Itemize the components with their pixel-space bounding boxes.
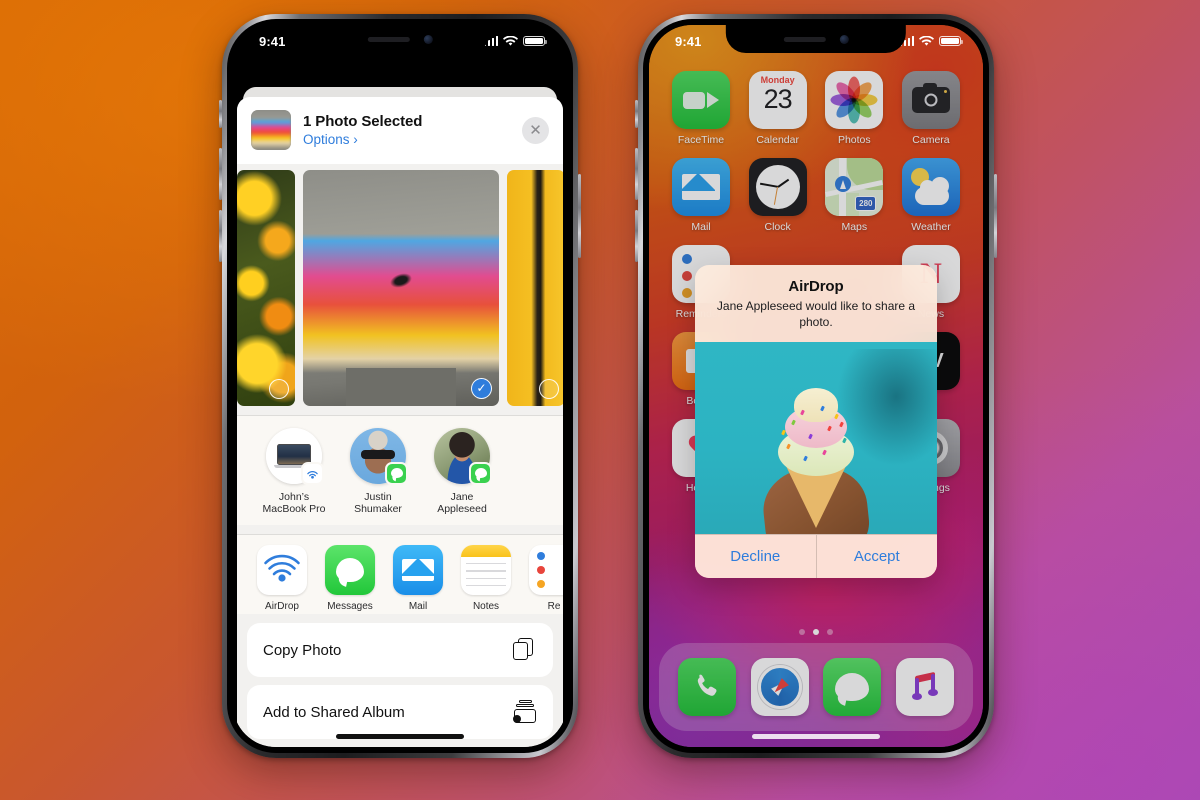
messages-badge-icon (469, 461, 492, 485)
action-label: Add to Shared Album (263, 703, 405, 721)
notes-icon (461, 545, 511, 596)
airdrop-alert-title: AirDrop (788, 278, 844, 295)
photo-thumbnail-flowers[interactable] (237, 170, 295, 406)
photo-thumbnail-graffiti[interactable]: ✓ (303, 170, 499, 406)
side-button[interactable] (578, 174, 581, 258)
close-icon[interactable]: ✕ (522, 116, 549, 144)
right-phone-device: 9:41 FaceTime Monday 23 Calendar Photos … (635, 14, 997, 758)
accept-button[interactable]: Accept (815, 534, 938, 578)
airdrop-alert-buttons: Decline Accept (695, 533, 938, 578)
avatar (350, 427, 408, 485)
airdrop-icon (257, 545, 307, 596)
battery-icon (523, 35, 547, 47)
share-app-notes[interactable]: Notes (461, 545, 511, 612)
right-phone-screen: 9:41 FaceTime Monday 23 Calendar Photos … (649, 25, 983, 747)
mute-switch[interactable] (635, 100, 638, 128)
wifi-icon (503, 35, 518, 46)
airdrop-alert-header: AirDrop Jane Appleseed would like to sha… (695, 265, 937, 342)
mail-icon (393, 545, 443, 596)
avatar (266, 427, 324, 485)
share-app-reminders[interactable]: Re (529, 545, 563, 612)
wifi-icon (919, 35, 934, 46)
avatar (434, 427, 492, 485)
share-target-label: Justin Shumaker (354, 490, 402, 515)
left-phone-screen: 9:41 1 Photo Selected Options › ✕ ✓ John… (233, 25, 567, 747)
messages-badge-icon (385, 461, 408, 485)
share-app-label: AirDrop (265, 601, 299, 613)
mute-switch[interactable] (219, 100, 222, 128)
share-app-label: Messages (327, 601, 373, 613)
share-options-link[interactable]: Options › (303, 132, 422, 147)
share-targets-row: John’s MacBook Pro Justin Shumaker Jane … (237, 415, 563, 526)
action-label: Copy Photo (263, 641, 342, 659)
share-app-messages[interactable]: Messages (325, 545, 375, 612)
messages-icon (325, 545, 375, 596)
share-target-justin[interactable]: Justin Shumaker (341, 427, 415, 516)
photo-select-circle[interactable] (539, 378, 559, 399)
home-indicator[interactable] (336, 734, 464, 739)
volume-down-button[interactable] (635, 210, 638, 262)
airdrop-alert-message: Jane Appleseed would like to share a pho… (716, 299, 916, 329)
share-target-macbook[interactable]: John’s MacBook Pro (257, 427, 331, 516)
share-app-label: Mail (408, 601, 428, 613)
photo-thumbnail-yellow-door[interactable] (507, 170, 563, 406)
side-button[interactable] (994, 174, 997, 258)
left-phone-device: 9:41 1 Photo Selected Options › ✕ ✓ John… (219, 14, 581, 758)
airdrop-badge-icon (301, 461, 324, 485)
share-app-airdrop[interactable]: AirDrop (257, 545, 307, 612)
share-app-mail[interactable]: Mail (393, 545, 443, 612)
volume-up-button[interactable] (219, 148, 222, 200)
share-sheet: 1 Photo Selected Options › ✕ ✓ John’s Ma… (237, 97, 563, 747)
home-indicator[interactable] (752, 734, 880, 739)
notch (309, 25, 491, 53)
left-phone-bezel: 9:41 1 Photo Selected Options › ✕ ✓ John… (227, 19, 573, 753)
share-sheet-header: 1 Photo Selected Options › ✕ (237, 97, 563, 164)
share-apps-row: AirDrop Messages Mail Notes Re (237, 535, 563, 614)
airdrop-alert: AirDrop Jane Appleseed would like to sha… (695, 265, 937, 578)
status-time: 9:41 (259, 33, 286, 49)
photo-strip[interactable]: ✓ (237, 164, 563, 406)
photo-selected-check-icon[interactable]: ✓ (471, 377, 492, 399)
earpiece-speaker (783, 36, 826, 42)
front-camera-icon (423, 34, 433, 44)
share-actions-list: Copy Photo Add to Shared Album (237, 614, 563, 747)
photo-select-circle[interactable] (269, 378, 289, 399)
share-app-label: Re (547, 601, 561, 613)
background-gradient (0, 0, 1200, 800)
copy-icon (513, 638, 537, 662)
battery-icon (939, 35, 963, 47)
share-target-label: John’s MacBook Pro (262, 490, 326, 515)
share-sheet-title: 1 Photo Selected (303, 113, 423, 130)
share-target-jane[interactable]: Jane Appleseed (425, 427, 499, 516)
reminders-icon (529, 545, 563, 596)
right-phone-bezel: 9:41 FaceTime Monday 23 Calendar Photos … (643, 19, 989, 753)
action-copy-photo[interactable]: Copy Photo (247, 623, 553, 677)
selected-photo-thumbnail (251, 110, 291, 150)
front-camera-icon (839, 34, 849, 44)
notch (725, 25, 907, 53)
share-target-label: Jane Appleseed (437, 490, 487, 515)
share-app-label: Notes (472, 601, 500, 613)
volume-up-button[interactable] (635, 148, 638, 200)
action-add-shared-album[interactable]: Add to Shared Album (247, 685, 553, 739)
sprinkles (695, 404, 937, 476)
status-time: 9:41 (675, 33, 702, 49)
airdrop-preview-photo (695, 341, 937, 534)
decline-button[interactable]: Decline (695, 535, 816, 578)
volume-down-button[interactable] (219, 210, 222, 262)
shared-album-icon (513, 700, 537, 724)
earpiece-speaker (367, 36, 410, 42)
